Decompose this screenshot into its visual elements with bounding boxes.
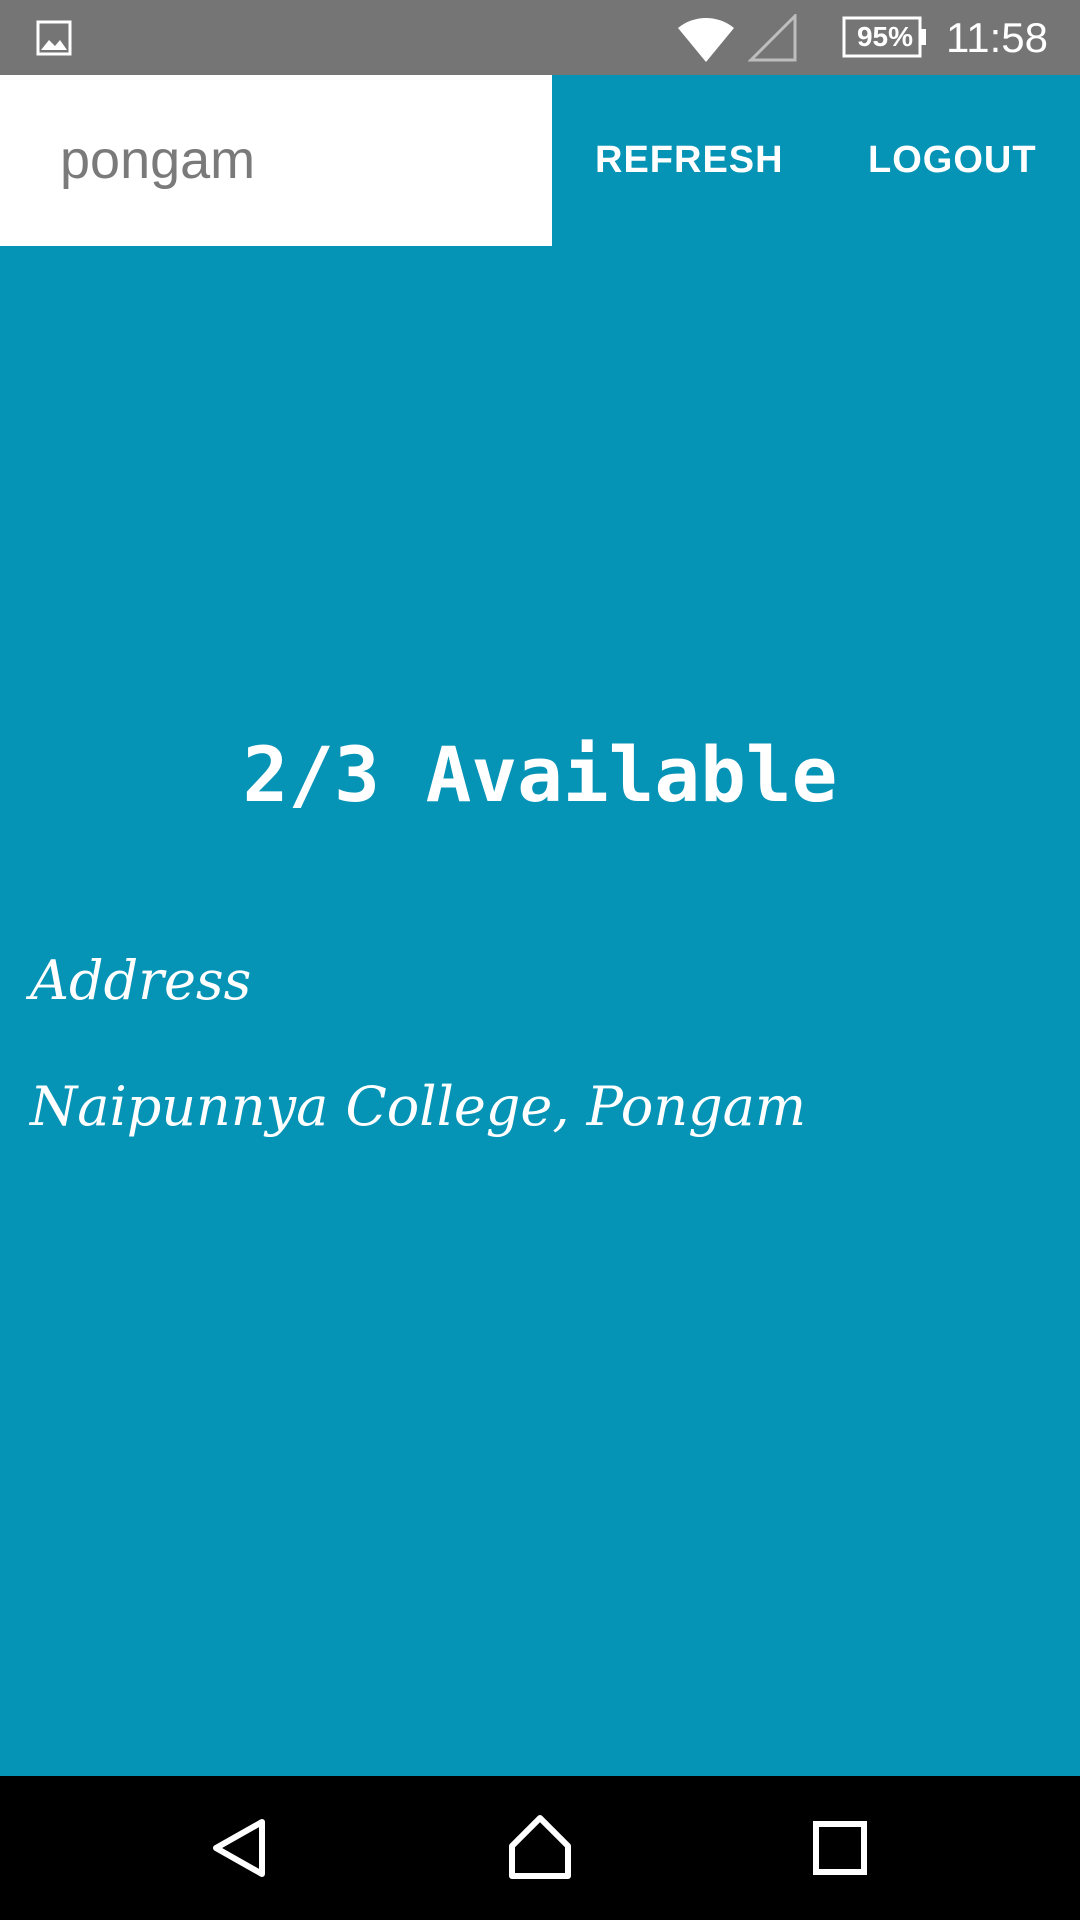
app-title-box: pongam bbox=[0, 75, 552, 246]
gallery-notification-icon bbox=[36, 20, 72, 56]
home-icon[interactable] bbox=[498, 1806, 582, 1890]
recents-icon[interactable] bbox=[798, 1806, 882, 1890]
refresh-button[interactable]: REFRESH bbox=[595, 75, 784, 246]
cell-signal-icon bbox=[748, 14, 797, 62]
wifi-icon bbox=[678, 17, 734, 62]
status-clock: 11:58 bbox=[946, 14, 1048, 61]
app-bar: pongam REFRESH LOGOUT bbox=[0, 75, 1080, 246]
battery-percentage: 95% bbox=[856, 21, 914, 52]
back-icon[interactable] bbox=[198, 1806, 282, 1890]
navigation-bar bbox=[0, 1776, 1080, 1920]
availability-count: 2/3 Available bbox=[242, 730, 838, 819]
status-bar: 95% 11:58 bbox=[0, 0, 1080, 75]
logout-button[interactable]: LOGOUT bbox=[868, 75, 1037, 246]
main-content: 2/3 Available Address Naipunnya College,… bbox=[0, 246, 1080, 1776]
address-label: Address bbox=[30, 949, 252, 1012]
app-title: pongam bbox=[60, 130, 256, 190]
address-value: Naipunnya College, Pongam bbox=[30, 1075, 807, 1138]
